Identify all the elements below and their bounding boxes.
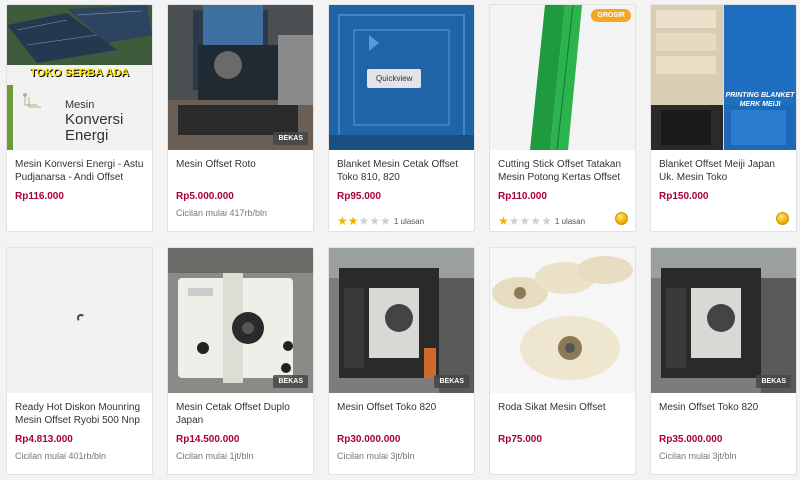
product-price: Rp30.000.000 <box>337 434 401 445</box>
product-card[interactable]: PRINTING BLANKET MERK MEIJI Blanket Offs… <box>650 4 797 232</box>
product-card[interactable]: Roda Sikat Mesin Offset Rp75.000 <box>489 247 636 475</box>
star-icon: ★ <box>380 214 391 228</box>
review-count: 1 ulasan <box>393 216 425 226</box>
product-title[interactable]: Blanket Offset Meiji Japan Uk. Mesin Tok… <box>659 158 788 184</box>
product-card[interactable]: BEKAS Mesin Offset Roto Rp5.000.000 Cici… <box>167 4 314 232</box>
product-grid: TOKO SERBA ADA Mesin Konversi Energi Mes… <box>0 0 800 480</box>
gold-merchant-icon <box>776 212 789 225</box>
product-image[interactable]: BEKAS <box>168 5 313 150</box>
installment-text: Cicilan mulai 417rb/bln <box>176 208 268 218</box>
product-price: Rp5.000.000 <box>176 191 234 202</box>
product-card[interactable]: Ready Hot Diskon Mounring Mesin Offset R… <box>6 247 153 475</box>
quickview-button[interactable]: Quickview <box>367 69 422 88</box>
rating: ★ ★ ★ ★ ★ 1 ulasan <box>498 215 585 227</box>
product-title[interactable]: Mesin Offset Roto <box>176 158 305 184</box>
star-icon: ★ <box>541 214 552 228</box>
product-title[interactable]: Blanket Mesin Cetak Offset Toko 810, 820 <box>337 158 466 184</box>
product-card[interactable]: BEKAS Mesin Cetak Offset Duplo Japan Rp1… <box>167 247 314 475</box>
product-price: Rp116.000 <box>15 191 64 202</box>
status-badge: BEKAS <box>273 375 308 388</box>
product-image[interactable]: TOKO SERBA ADA Mesin Konversi Energi <box>7 5 152 150</box>
installment-text: Cicilan mulai 3jt/bln <box>337 451 415 461</box>
image-book-title-line: Energi <box>65 127 109 144</box>
product-title[interactable]: Ready Hot Diskon Mounring Mesin Offset R… <box>15 401 144 427</box>
product-card[interactable]: BEKAS Mesin Offset Toko 820 Rp30.000.000… <box>328 247 475 475</box>
product-title[interactable]: Mesin Offset Toko 820 <box>337 401 466 427</box>
star-icon: ★ <box>498 214 509 228</box>
product-card[interactable]: Quickview Blanket Mesin Cetak Offset Tok… <box>328 4 475 232</box>
star-icon: ★ <box>358 214 370 228</box>
product-image[interactable] <box>490 248 635 393</box>
status-badge: BEKAS <box>273 132 308 145</box>
image-book-title: Mesin Konversi Energi <box>65 98 123 144</box>
review-count: 1 ulasan <box>554 216 586 226</box>
product-image[interactable]: PRINTING BLANKET MERK MEIJI <box>651 5 796 150</box>
product-image[interactable]: BEKAS <box>651 248 796 393</box>
installment-text: Cicilan mulai 1jt/bln <box>176 451 254 461</box>
product-card[interactable]: BEKAS Mesin Offset Toko 820 Rp35.000.000… <box>650 247 797 475</box>
product-image[interactable]: BEKAS <box>329 248 474 393</box>
star-icon: ★ <box>508 214 520 228</box>
product-title[interactable]: Mesin Cetak Offset Duplo Japan <box>176 401 305 427</box>
product-price: Rp110.000 <box>498 191 547 202</box>
star-icon: ★ <box>347 214 359 228</box>
product-price: Rp150.000 <box>659 191 709 202</box>
image-headline: TOKO SERBA ADA <box>29 67 130 79</box>
product-title[interactable]: Cutting Stick Offset Tatakan Mesin Poton… <box>498 158 627 184</box>
product-image[interactable] <box>7 248 152 393</box>
loading-spinner-icon <box>77 314 85 322</box>
product-card[interactable]: GROSIR Cutting Stick Offset Tatakan Mesi… <box>489 4 636 232</box>
product-price: Rp4.813.000 <box>15 434 73 445</box>
status-badge: BEKAS <box>756 375 791 388</box>
product-card[interactable]: TOKO SERBA ADA Mesin Konversi Energi Mes… <box>6 4 153 232</box>
image-caption: PRINTING BLANKET MERK MEIJI <box>725 92 795 108</box>
star-icon: ★ <box>530 214 542 228</box>
product-image[interactable]: GROSIR <box>490 5 635 150</box>
product-price: Rp35.000.000 <box>659 434 723 445</box>
grosir-badge: GROSIR <box>591 9 631 22</box>
image-book-title-line: Konversi <box>65 111 124 128</box>
product-price: Rp75.000 <box>498 434 542 445</box>
product-title[interactable]: Mesin Konversi Energi - Astu Pudjanarsa … <box>15 158 144 184</box>
gold-merchant-icon <box>615 212 628 225</box>
status-badge: BEKAS <box>434 375 469 388</box>
product-image[interactable]: BEKAS <box>168 248 313 393</box>
product-price: Rp14.500.000 <box>176 434 240 445</box>
product-price: Rp95.000 <box>337 191 381 202</box>
image-book-title-line: Mesin <box>65 99 95 111</box>
star-icon: ★ <box>337 214 348 228</box>
product-image[interactable]: Quickview <box>329 5 474 150</box>
product-title[interactable]: Roda Sikat Mesin Offset <box>498 401 627 427</box>
product-title[interactable]: Mesin Offset Toko 820 <box>659 401 788 427</box>
star-icon: ★ <box>519 214 531 228</box>
rating: ★ ★ ★ ★ ★ 1 ulasan <box>337 215 424 227</box>
star-icon: ★ <box>369 214 381 228</box>
installment-text: Cicilan mulai 3jt/bln <box>659 451 737 461</box>
installment-text: Cicilan mulai 401rb/bln <box>15 451 107 461</box>
